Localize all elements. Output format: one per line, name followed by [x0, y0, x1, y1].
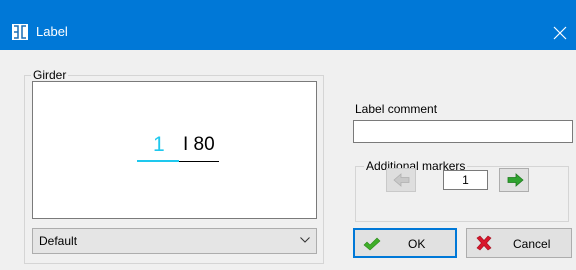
label-comment-title: Label comment	[355, 102, 438, 116]
ok-label: OK	[408, 237, 426, 251]
red-x-icon	[476, 235, 492, 251]
arrow-left-icon	[393, 173, 410, 187]
label-underline-accent	[137, 160, 179, 162]
girder-group-title: Girder	[31, 68, 69, 82]
label-comment-input[interactable]	[353, 120, 573, 143]
label-profile: I 80	[183, 134, 215, 155]
chevron-down-icon	[300, 237, 310, 243]
window-title: Label	[36, 24, 68, 39]
cancel-button[interactable]: Cancel	[466, 228, 572, 258]
marker-count-input[interactable]	[443, 170, 488, 190]
close-icon	[553, 26, 567, 40]
label-number: 1	[153, 133, 165, 156]
close-button[interactable]	[546, 19, 574, 47]
label-app-icon	[12, 24, 28, 40]
cancel-label: Cancel	[513, 237, 551, 251]
next-marker-button[interactable]	[499, 168, 529, 192]
title-bar: Label	[0, 0, 576, 50]
arrow-right-icon	[507, 173, 524, 187]
style-select-value: Default	[39, 234, 78, 248]
checkmark-icon	[363, 237, 381, 251]
previous-marker-button[interactable]	[386, 168, 416, 192]
ok-button[interactable]: OK	[353, 228, 457, 258]
label-preview: 1 I 80	[32, 81, 317, 219]
style-select[interactable]: Default	[32, 228, 317, 254]
